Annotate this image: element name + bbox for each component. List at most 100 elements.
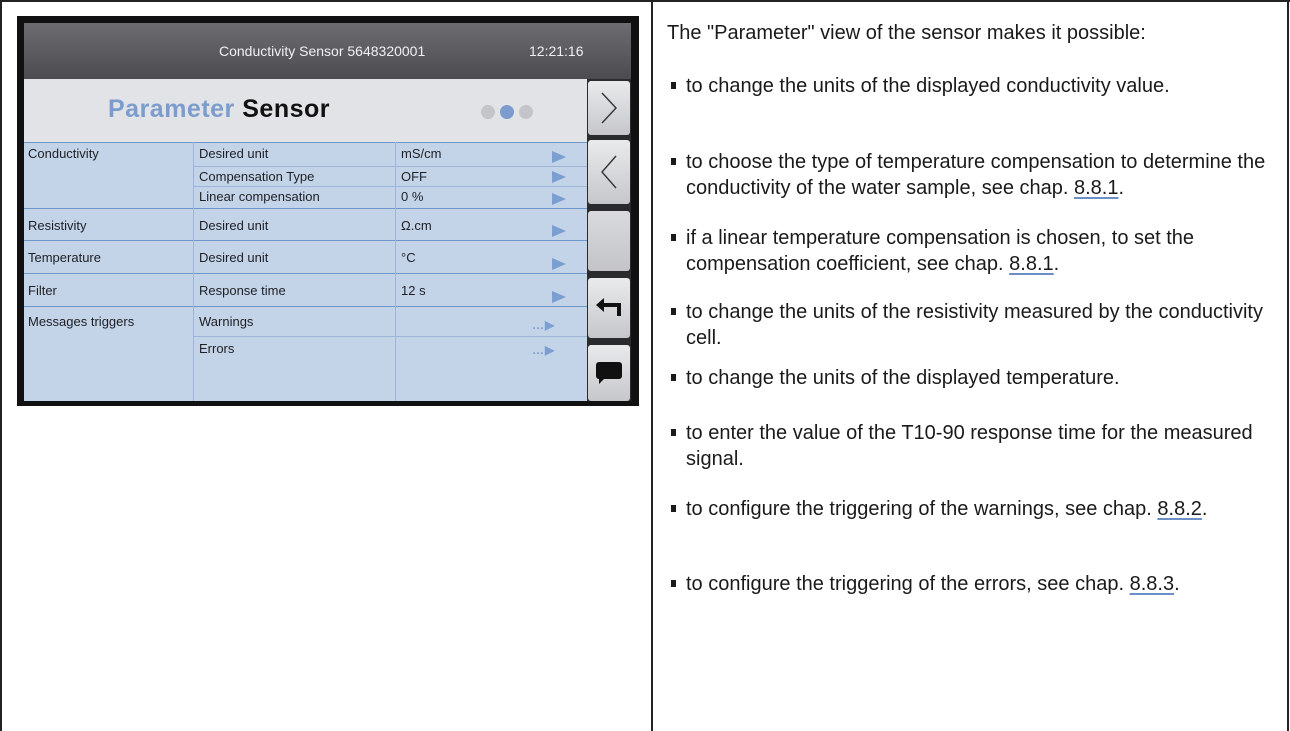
return-arrow-icon xyxy=(596,298,621,316)
bullet-marker xyxy=(671,234,676,241)
row-divider xyxy=(24,306,587,307)
view-title-part1: Parameter xyxy=(107,95,235,123)
previous-button[interactable] xyxy=(588,140,630,204)
bullet-text: to configure the triggering of the error… xyxy=(686,571,1277,597)
bullet-text: to change the units of the displayed tem… xyxy=(686,365,1277,391)
group-label: Filter xyxy=(28,283,57,298)
bullet-item: if a linear temperature compensation is … xyxy=(667,225,1277,277)
bullet-text-body: to choose the type of temperature compen… xyxy=(686,151,1266,199)
bullet-marker xyxy=(671,374,676,381)
side-button-bar xyxy=(587,79,631,401)
parameter-table: Conductivity Desired unit mS/cm Compensatio… xyxy=(24,142,587,401)
row-divider xyxy=(194,336,587,337)
table-column-divider xyxy=(651,0,653,731)
chapter-link[interactable]: 8.8.1 xyxy=(1009,253,1053,275)
bullet-item: to configure the triggering of the error… xyxy=(667,571,1277,597)
bullet-text-body: to change the units of the displayed con… xyxy=(686,75,1170,97)
table-row[interactable]: Filter Response time 12 s xyxy=(24,273,587,306)
bullet-marker xyxy=(671,505,676,512)
bullet-text-body: if a linear temperature compensation is … xyxy=(686,227,1195,275)
more-options-icon[interactable]: …▶ xyxy=(532,318,555,332)
table-left-border xyxy=(0,0,2,731)
group-label: Temperature xyxy=(28,250,101,265)
next-button[interactable] xyxy=(588,81,630,135)
edit-arrow-icon[interactable] xyxy=(552,291,566,303)
group-label: Messages triggers xyxy=(28,314,135,329)
bullet-text-body: to change the units of the resistivity m… xyxy=(686,301,1263,349)
edit-arrow-icon[interactable] xyxy=(552,225,566,237)
chapter-link[interactable]: 8.8.3 xyxy=(1130,573,1174,595)
parameter-label: Errors xyxy=(199,341,235,356)
parameter-value: OFF xyxy=(401,169,427,184)
page-dot xyxy=(519,105,533,119)
parameter-label: Response time xyxy=(199,283,286,298)
table-row[interactable]: Resistivity Desired unit Ω.cm xyxy=(24,208,587,240)
bullet-text-end: . xyxy=(1118,177,1125,199)
edit-arrow-icon[interactable] xyxy=(552,258,566,270)
parameter-value: 0 % xyxy=(401,189,424,204)
parameter-value: °C xyxy=(401,250,416,265)
table-row[interactable]: Conductivity Desired unit mS/cm xyxy=(24,142,587,166)
parameter-label: Compensation Type xyxy=(199,169,315,184)
edit-arrow-icon[interactable] xyxy=(552,151,566,163)
parameter-label: Linear compensation xyxy=(199,189,320,204)
parameter-label: Desired unit xyxy=(199,146,269,161)
bullet-text-body: to enter the value of the T10-90 respons… xyxy=(686,422,1253,470)
parameter-value: Ω.cm xyxy=(401,218,432,233)
more-options-icon[interactable]: …▶ xyxy=(532,343,555,357)
parameter-value: mS/cm xyxy=(401,146,442,161)
edit-arrow-icon[interactable] xyxy=(552,171,566,183)
column-divider xyxy=(193,142,194,401)
message-bubble-icon xyxy=(596,362,622,384)
bullet-text: to enter the value of the T10-90 respons… xyxy=(686,420,1277,472)
table-right-border xyxy=(1287,0,1289,731)
bullet-text: to configure the triggering of the warni… xyxy=(686,496,1277,522)
bullet-text: to choose the type of temperature compen… xyxy=(686,149,1277,201)
device-screen: Conductivity Sensor 5648320001 12:21:16 … xyxy=(24,23,631,401)
bullet-text-body: to configure the triggering of the warni… xyxy=(686,498,1158,520)
bullet-text-body: to configure the triggering of the error… xyxy=(686,573,1130,595)
bullet-marker xyxy=(671,429,676,436)
bullet-marker xyxy=(671,82,676,89)
table-row[interactable]: Compensation Type OFF xyxy=(24,166,587,186)
chapter-link[interactable]: 8.8.2 xyxy=(1157,498,1201,520)
device-screenshot: Conductivity Sensor 5648320001 12:21:16 … xyxy=(17,16,639,406)
bullet-text-end: . xyxy=(1201,498,1208,520)
bullet-text-end: . xyxy=(1053,253,1060,275)
back-button[interactable] xyxy=(588,278,630,338)
bullet-marker xyxy=(671,308,676,315)
view-title-part2: Sensor xyxy=(242,95,331,123)
table-row[interactable]: Messages triggers Warnings …▶ xyxy=(24,306,587,336)
bullet-item: to choose the type of temperature compen… xyxy=(667,149,1277,201)
chevron-right-icon xyxy=(601,92,617,124)
table-row[interactable]: Errors …▶ xyxy=(24,336,587,361)
bullet-marker xyxy=(671,158,676,165)
chapter-link[interactable]: 8.8.1 xyxy=(1074,177,1118,199)
status-time: 12:21:16 xyxy=(529,43,584,59)
table-top-border xyxy=(0,0,1290,2)
bullet-marker xyxy=(671,580,676,587)
page-dot xyxy=(481,105,495,119)
bullet-text: to change the units of the resistivity m… xyxy=(686,299,1277,351)
chevron-left-icon xyxy=(601,155,617,189)
status-title: Conductivity Sensor 5648320001 xyxy=(219,43,426,59)
parameter-label: Warnings xyxy=(199,314,254,329)
bullet-item: to change the units of the displayed con… xyxy=(667,73,1277,99)
row-divider xyxy=(194,166,587,167)
table-row[interactable]: Linear compensation 0 % xyxy=(24,186,587,208)
page-indicator xyxy=(481,105,538,124)
page-dot-active xyxy=(500,105,514,119)
table-row[interactable]: Temperature Desired unit °C xyxy=(24,240,587,273)
parameter-label: Desired unit xyxy=(199,250,269,265)
row-divider xyxy=(194,186,587,187)
bullet-text-body: to change the units of the displayed tem… xyxy=(686,367,1120,389)
blank-button[interactable] xyxy=(588,211,630,271)
row-divider xyxy=(24,240,587,241)
message-button[interactable] xyxy=(588,345,630,401)
edit-arrow-icon[interactable] xyxy=(552,193,566,205)
status-bar: Conductivity Sensor 5648320001 12:21:16 xyxy=(24,23,631,79)
parameter-label: Desired unit xyxy=(199,218,269,233)
bullet-item: to enter the value of the T10-90 respons… xyxy=(667,420,1277,472)
view-header: Parameter Sensor xyxy=(24,79,587,142)
parameter-value: 12 s xyxy=(401,283,426,298)
